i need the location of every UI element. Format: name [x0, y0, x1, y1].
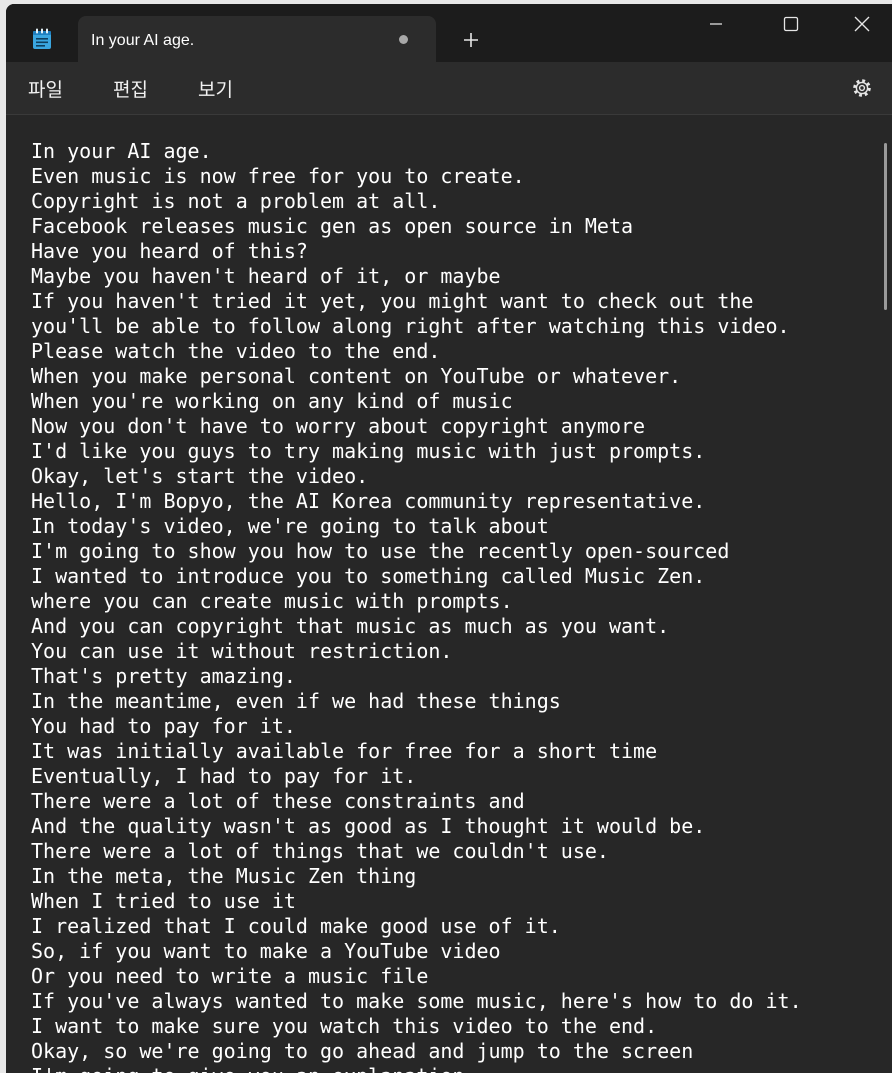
title-bar: In your AI age.	[6, 4, 892, 62]
minimize-icon[interactable]	[700, 12, 732, 36]
text-line[interactable]: you'll be able to follow along right aft…	[31, 314, 802, 339]
text-line[interactable]: I want to make sure you watch this video…	[31, 1014, 802, 1039]
text-line[interactable]: Now you don't have to worry about copyri…	[31, 414, 802, 439]
text-line[interactable]: And the quality wasn't as good as I thou…	[31, 814, 802, 839]
text-line[interactable]: When I tried to use it	[31, 889, 802, 914]
text-line[interactable]: I realized that I could make good use of…	[31, 914, 802, 939]
text-line[interactable]: I'd like you guys to try making music wi…	[31, 439, 802, 464]
text-line[interactable]: Okay, let's start the video.	[31, 464, 802, 489]
text-line[interactable]: Hello, I'm Bopyo, the AI Korea community…	[31, 489, 802, 514]
text-line[interactable]: There were a lot of things that we could…	[31, 839, 802, 864]
text-line[interactable]: Please watch the video to the end.	[31, 339, 802, 364]
menu-view[interactable]: 보기	[198, 75, 233, 102]
tab-document[interactable]: In your AI age.	[78, 16, 436, 62]
menu-file[interactable]: 파일	[28, 75, 63, 102]
text-line[interactable]: You can use it without restriction.	[31, 639, 802, 664]
text-line[interactable]: It was initially available for free for …	[31, 739, 802, 764]
notepad-window: In your AI age. 파일 편집 보기 In your AI age.…	[6, 4, 892, 1073]
text-line[interactable]: Have you heard of this?	[31, 239, 802, 264]
text-line[interactable]: When you're working on any kind of music	[31, 389, 802, 414]
text-line[interactable]: Okay, so we're going to go ahead and jum…	[31, 1039, 802, 1064]
menu-edit[interactable]: 편집	[113, 75, 148, 102]
text-line[interactable]: So, if you want to make a YouTube video	[31, 939, 802, 964]
close-icon[interactable]	[846, 12, 878, 36]
text-editor[interactable]: In your AI age. Even music is now free fo…	[6, 115, 892, 1073]
text-line[interactable]: In today's video, we're going to talk ab…	[31, 514, 802, 539]
text-line[interactable]: That's pretty amazing.	[31, 664, 802, 689]
text-line[interactable]: In the meta, the Music Zen thing	[31, 864, 802, 889]
text-line[interactable]: If you haven't tried it yet, you might w…	[31, 289, 802, 314]
text-line[interactable]: There were a lot of these constraints an…	[31, 789, 802, 814]
text-line[interactable]: If you've always wanted to make some mus…	[31, 989, 802, 1014]
document-text[interactable]: In your AI age. Even music is now free fo…	[31, 139, 802, 1073]
text-line[interactable]: You had to pay for it.	[31, 714, 802, 739]
plus-icon[interactable]	[459, 28, 483, 52]
text-line[interactable]: Or you need to write a music file	[31, 964, 802, 989]
text-line[interactable]: Maybe you haven't heard of it, or maybe	[31, 264, 802, 289]
gear-icon[interactable]	[850, 76, 874, 100]
text-line[interactable]: Copyright is not a problem at all.	[31, 189, 802, 214]
menu-bar: 파일 편집 보기	[6, 62, 892, 115]
text-line[interactable]: I'm going to show you how to use the rec…	[31, 539, 802, 564]
notepad-icon	[32, 28, 52, 50]
text-line[interactable]: I'm going to give you an explanation	[31, 1064, 802, 1073]
text-line[interactable]: And you can copyright that music as much…	[31, 614, 802, 639]
text-line[interactable]: In the meantime, even if we had these th…	[31, 689, 802, 714]
text-line[interactable]: When you make personal content on YouTub…	[31, 364, 802, 389]
text-line[interactable]: where you can create music with prompts.	[31, 589, 802, 614]
maximize-icon[interactable]	[775, 12, 807, 36]
text-line[interactable]: Even music is now free for you to create…	[31, 164, 802, 189]
text-line[interactable]: Eventually, I had to pay for it.	[31, 764, 802, 789]
tab-title: In your AI age.	[91, 32, 195, 49]
text-line[interactable]: I wanted to introduce you to something c…	[31, 564, 802, 589]
text-line[interactable]: Facebook releases music gen as open sour…	[31, 214, 802, 239]
unsaved-dot-icon[interactable]	[399, 35, 408, 44]
vertical-scrollbar[interactable]	[884, 143, 887, 310]
text-line[interactable]: In your AI age.	[31, 139, 802, 164]
